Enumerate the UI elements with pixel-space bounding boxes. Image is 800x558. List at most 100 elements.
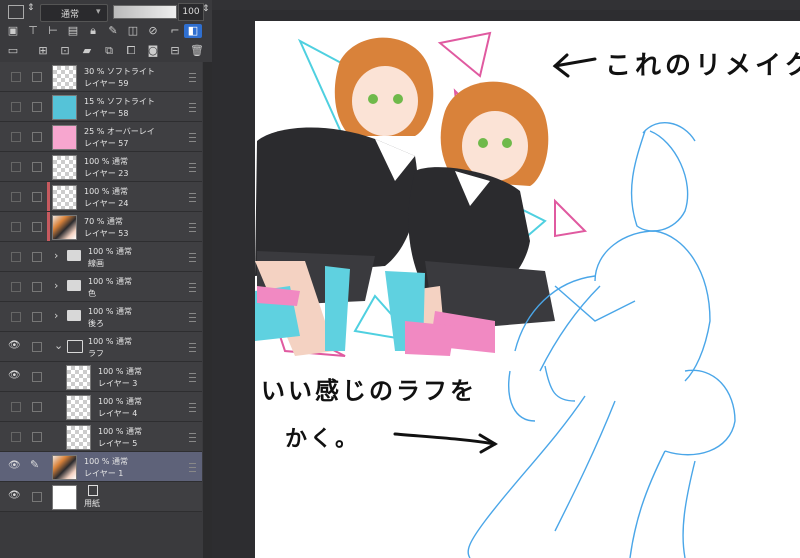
new-vector-layer-icon[interactable]: ⊡ xyxy=(56,44,74,58)
layer-name-label: レイヤー 23 xyxy=(84,169,129,178)
layer-menu-icon[interactable] xyxy=(189,283,196,292)
blend-mode-select[interactable]: 通常 ▾ xyxy=(40,4,108,22)
transfer-down-icon[interactable]: ⧉ xyxy=(100,44,118,58)
layer-row[interactable]: 30 % ソフトライト レイヤー 59 xyxy=(0,62,202,92)
canvas-paper[interactable]: これのリメイク いい感じのラフを かく。 xyxy=(255,21,800,558)
layer-row[interactable]: 100 % 通常 レイヤー 24 xyxy=(0,182,202,212)
lock-checkbox[interactable] xyxy=(32,342,42,352)
layer-row[interactable]: 100 % 通常 レイヤー 4 xyxy=(0,392,202,422)
layer-palette-icon[interactable]: ▣ xyxy=(4,24,22,38)
layer-row[interactable]: 👁︎ 100 % 通常 レイヤー 3 xyxy=(0,362,202,392)
layer-folder-row[interactable]: › 100 % 通常 線画 xyxy=(0,242,202,272)
lock-checkbox[interactable] xyxy=(32,312,42,322)
pen-icon[interactable]: ✎ xyxy=(30,458,39,471)
lock-checkbox[interactable] xyxy=(32,72,42,82)
visibility-toggle[interactable] xyxy=(11,162,21,172)
layer-menu-icon[interactable] xyxy=(189,343,196,352)
chevron-right-icon[interactable]: › xyxy=(54,279,58,292)
layer-thumbnail xyxy=(52,185,77,210)
mask-off-icon[interactable]: ⊘ xyxy=(144,24,162,38)
lock-checkbox[interactable] xyxy=(32,102,42,112)
chevron-right-icon[interactable]: › xyxy=(54,309,58,322)
layer-folder-row[interactable]: › 100 % 通常色 xyxy=(0,272,202,302)
create-mask-icon[interactable]: ◙ xyxy=(144,44,162,58)
layer-name-label: レイヤー 4 xyxy=(98,409,138,418)
layer-folder-row[interactable]: › 100 % 通常 後ろ xyxy=(0,302,202,332)
lock-checkbox[interactable] xyxy=(32,372,42,382)
artwork xyxy=(255,31,736,558)
layer-row[interactable]: 100 % 通常 レイヤー 23 xyxy=(0,152,202,182)
ruler-icon[interactable]: ⌐ xyxy=(166,24,184,38)
visibility-toggle[interactable] xyxy=(11,282,21,292)
chevron-updown-icon[interactable]: ⇕ xyxy=(202,4,210,14)
layer-settings-icon[interactable]: ▭ xyxy=(4,44,22,58)
lock-checkbox[interactable] xyxy=(32,402,42,412)
layer-list-scrollbar[interactable] xyxy=(203,62,212,558)
delete-icon[interactable]: 🗑︎ xyxy=(188,44,206,58)
layer-blend-label: 100 % 通常 xyxy=(98,427,142,436)
layer-menu-icon[interactable] xyxy=(189,253,196,262)
lock-checkbox[interactable] xyxy=(32,192,42,202)
draft-icon[interactable]: ✎ xyxy=(104,24,122,38)
new-raster-layer-icon[interactable]: ⊞ xyxy=(34,44,52,58)
apply-mask-icon[interactable]: ⊟ xyxy=(166,44,184,58)
visibility-toggle[interactable] xyxy=(11,402,21,412)
visibility-toggle[interactable] xyxy=(11,252,21,262)
opacity-slider[interactable] xyxy=(113,5,177,19)
layer-color-swatch[interactable] xyxy=(8,5,24,19)
visibility-toggle[interactable] xyxy=(11,132,21,142)
layer-menu-icon[interactable] xyxy=(189,103,196,112)
layer-menu-icon[interactable] xyxy=(189,313,196,322)
lock-checkbox[interactable] xyxy=(32,252,42,262)
reference-icon[interactable]: ⊢ xyxy=(44,24,62,38)
layer-menu-icon[interactable] xyxy=(189,433,196,442)
layer-folder-row[interactable]: 👁︎ ⌄ 100 % 通常 ラフ xyxy=(0,332,202,362)
layer-row[interactable]: 100 % 通常 レイヤー 5 xyxy=(0,422,202,452)
visibility-toggle[interactable] xyxy=(11,192,21,202)
layer-row[interactable]: 👁︎ ✎ 100 % 通常 レイヤー 1 xyxy=(0,452,202,482)
layer-row[interactable]: 25 % オーバーレイ レイヤー 57 xyxy=(0,122,202,152)
clip-icon[interactable]: ⊤ xyxy=(24,24,42,38)
lock-checkbox[interactable] xyxy=(32,162,42,172)
layer-row[interactable]: 👁︎ 用紙 xyxy=(0,482,202,512)
layer-menu-icon[interactable] xyxy=(189,163,196,172)
eye-icon[interactable]: 👁︎ xyxy=(8,491,21,501)
opacity-input[interactable]: 100 xyxy=(178,3,204,21)
layer-menu-icon[interactable] xyxy=(189,133,196,142)
lock-checkbox[interactable] xyxy=(32,282,42,292)
new-folder-icon[interactable]: ▰ xyxy=(78,44,96,58)
chevron-right-icon[interactable]: › xyxy=(54,249,58,262)
visibility-toggle[interactable] xyxy=(11,72,21,82)
visibility-toggle[interactable] xyxy=(11,102,21,112)
blend-mode-value: 通常 xyxy=(61,10,80,20)
layer-menu-icon[interactable] xyxy=(189,223,196,232)
layer-menu-icon[interactable] xyxy=(189,193,196,202)
lock-icon[interactable]: 🔒︎ xyxy=(84,24,102,38)
eye-icon[interactable]: 👁︎ xyxy=(8,341,21,351)
chevron-updown-icon[interactable]: ⇕ xyxy=(27,3,35,13)
layer-menu-icon[interactable] xyxy=(189,373,196,382)
layer-name-label: 色 xyxy=(88,289,96,298)
visibility-toggle[interactable] xyxy=(11,312,21,322)
combine-icon[interactable]: ⧠ xyxy=(122,44,140,58)
layer-row[interactable]: 70 % 通常 レイヤー 53 xyxy=(0,212,202,242)
eye-icon[interactable]: 👁︎ xyxy=(8,461,21,471)
layer-menu-icon[interactable] xyxy=(189,403,196,412)
eye-icon[interactable]: 👁︎ xyxy=(8,371,21,381)
layer-menu-icon[interactable] xyxy=(189,73,196,82)
layer-row[interactable]: 15 % ソフトライト レイヤー 58 xyxy=(0,92,202,122)
layer-menu-icon[interactable] xyxy=(189,463,196,472)
lock-checkbox[interactable] xyxy=(32,132,42,142)
color-layer-icon[interactable]: ◧ xyxy=(184,24,202,38)
lock-transparency-icon[interactable]: ▤ xyxy=(64,24,82,38)
mask-icon[interactable]: ◫ xyxy=(124,24,142,38)
visibility-toggle[interactable] xyxy=(11,222,21,232)
chevron-down-icon[interactable]: ⌄ xyxy=(54,339,63,352)
lock-checkbox[interactable] xyxy=(32,432,42,442)
folder-icon xyxy=(67,280,81,291)
lock-checkbox[interactable] xyxy=(32,222,42,232)
visibility-toggle[interactable] xyxy=(11,432,21,442)
layer-panel-toolbar: ⇕ 通常 ▾ 100 ⇕ ▣ ⊤ ⊢ ▤ 🔒︎ ✎ ◫ ⊘ ⌐ ◧ ▭ ⊞ ⊡ … xyxy=(0,0,212,62)
layer-blend-label: 100 % 通常 xyxy=(98,367,142,376)
lock-checkbox[interactable] xyxy=(32,492,42,502)
